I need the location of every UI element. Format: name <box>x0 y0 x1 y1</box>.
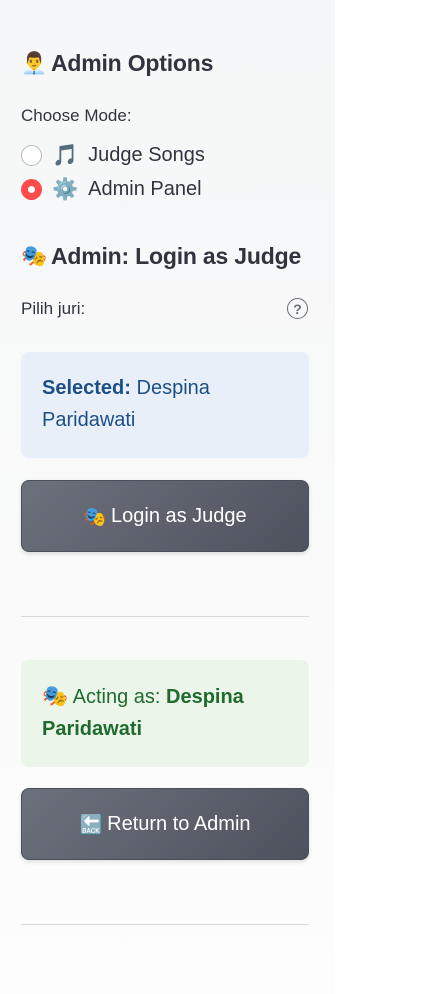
return-button-label: Return to Admin <box>107 812 251 835</box>
login-button-label: Login as Judge <box>111 504 247 527</box>
divider <box>21 616 309 617</box>
radio-label-admin-panel: Admin Panel <box>88 178 202 200</box>
theater-masks-icon: 🎭 <box>83 505 107 528</box>
help-icon[interactable]: ? <box>287 298 308 319</box>
radio-judge-songs[interactable]: 🎵 Judge Songs <box>21 143 205 168</box>
login-as-judge-title: Admin: Login as Judge <box>50 243 302 269</box>
radio-button-off-icon[interactable] <box>21 145 42 166</box>
theater-masks-icon: 🎭 <box>42 684 69 708</box>
admin-person-icon: 👨‍💼 <box>21 51 47 75</box>
select-judge-label: Pilih juri: <box>21 299 86 318</box>
login-as-judge-heading: 🎭 Admin: Login as Judge <box>21 243 301 270</box>
acting-as-success: 🎭 Acting as: Despina Paridawati <box>21 660 309 767</box>
divider <box>21 924 309 925</box>
choose-mode-label: Choose Mode: <box>21 106 132 125</box>
return-to-admin-button[interactable]: 🔙 Return to Admin <box>21 788 309 860</box>
music-note-icon: 🎵 <box>52 143 79 167</box>
admin-options-heading: 👨‍💼 Admin Options <box>21 50 213 77</box>
sidebar: 👨‍💼 Admin Options Choose Mode: 🎵 Judge S… <box>0 0 335 994</box>
radio-admin-panel[interactable]: ⚙️ Admin Panel <box>21 177 202 202</box>
selected-judge-info: Selected: Despina Paridawati <box>21 352 309 458</box>
selected-prefix: Selected: <box>42 377 131 399</box>
main-content <box>335 0 448 994</box>
acting-prefix: Acting as: <box>72 686 161 708</box>
admin-options-title: Admin Options <box>50 50 214 76</box>
back-arrow-icon: 🔙 <box>79 813 104 836</box>
radio-label-judge-songs: Judge Songs <box>88 144 205 166</box>
gear-icon: ⚙️ <box>52 177 79 201</box>
radio-button-on-icon[interactable] <box>21 179 42 200</box>
login-as-judge-button[interactable]: 🎭 Login as Judge <box>21 480 309 552</box>
theater-masks-icon: 🎭 <box>21 244 47 268</box>
